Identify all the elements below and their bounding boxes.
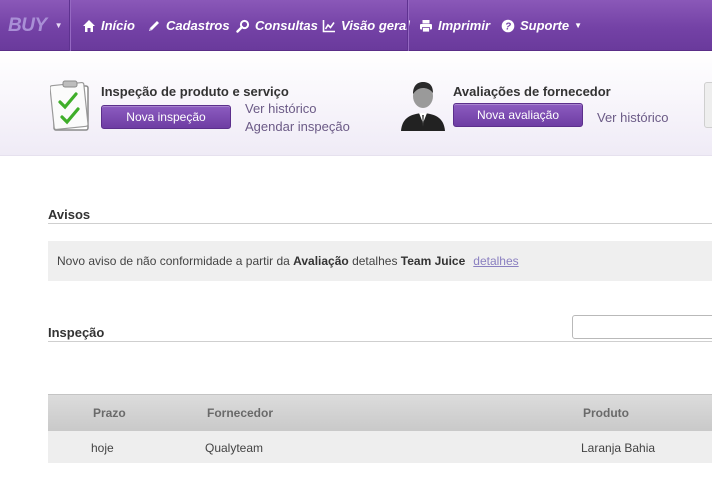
inspection-search-input[interactable] [572,315,712,339]
new-evaluation-button[interactable]: Nova avaliação [453,103,583,127]
nav-item-inicio[interactable]: Início [82,0,135,51]
new-inspection-button[interactable]: Nova inspeção [101,105,231,129]
top-navigation-bar: BUY ▼ Início Cadastros Consultas Visão g… [0,0,712,51]
nav-item-imprimir[interactable]: Imprimir [419,0,490,51]
brand-menu[interactable]: BUY ▼ [0,0,70,51]
cell-fornecedor: Qualyteam [205,441,264,455]
help-icon: ? [501,19,515,33]
partial-card [704,82,712,128]
nav-item-visao-geral[interactable]: Visão geral [322,0,410,51]
inspection-section-title: Inspeção [48,325,105,340]
cell-produto: Laranja Bahia [581,441,656,455]
nav-label: Imprimir [438,18,491,33]
supplier-evaluation-title: Avaliações de fornecedor [453,84,611,99]
notice-supplier-name: Team Juice [400,254,466,268]
printer-icon [419,19,433,33]
search-icon [236,19,250,33]
nav-label: Suporte [520,18,570,33]
nav-divider [407,0,408,51]
nav-label: Início [101,18,135,33]
notice-text-middle: detalhes [348,254,401,268]
inspection-title: Inspeção de produto e serviço [101,84,289,99]
notice-text-prefix: Novo aviso de não conformidade a partir … [57,254,294,268]
notice-details-link[interactable]: detalhes [473,254,518,268]
pencil-icon [147,19,161,33]
section-divider [48,223,712,224]
nav-item-cadastros[interactable]: Cadastros [147,0,230,51]
table-row[interactable]: hoje Qualyteam Laranja Bahia [48,431,712,463]
nav-label: Cadastros [166,18,230,33]
chevron-down-icon: ▼ [54,21,63,30]
svg-text:?: ? [505,21,511,32]
table-header: Prazo Fornecedor Produto [48,394,712,431]
nav-item-suporte[interactable]: ? Suporte ▼ [501,0,582,51]
nav-label: Consultas [255,18,318,33]
schedule-inspection-link[interactable]: Agendar inspeção [245,119,350,134]
notice-source-type: Avaliação [293,254,349,268]
quick-actions-panel: Inspeção de produto e serviço Nova inspe… [0,51,712,156]
brand-logo: BUY [8,14,47,36]
inspection-history-link[interactable]: Ver histórico [245,101,317,116]
evaluation-history-link[interactable]: Ver histórico [597,110,669,125]
column-header-produto[interactable]: Produto [583,406,629,420]
nav-label: Visão geral [341,18,410,33]
home-icon [82,19,96,33]
section-divider [48,341,712,342]
notice-item: Novo aviso de não conformidade a partir … [48,241,712,281]
column-header-fornecedor[interactable]: Fornecedor [207,406,273,420]
column-header-prazo[interactable]: Prazo [93,406,126,420]
person-icon [399,79,447,131]
cell-prazo: hoje [91,441,114,455]
nav-item-consultas[interactable]: Consultas [236,0,318,51]
notices-title: Avisos [48,207,91,222]
clipboard-checklist-icon [49,80,92,132]
chevron-down-icon: ▼ [574,21,583,30]
chart-icon [322,19,336,33]
